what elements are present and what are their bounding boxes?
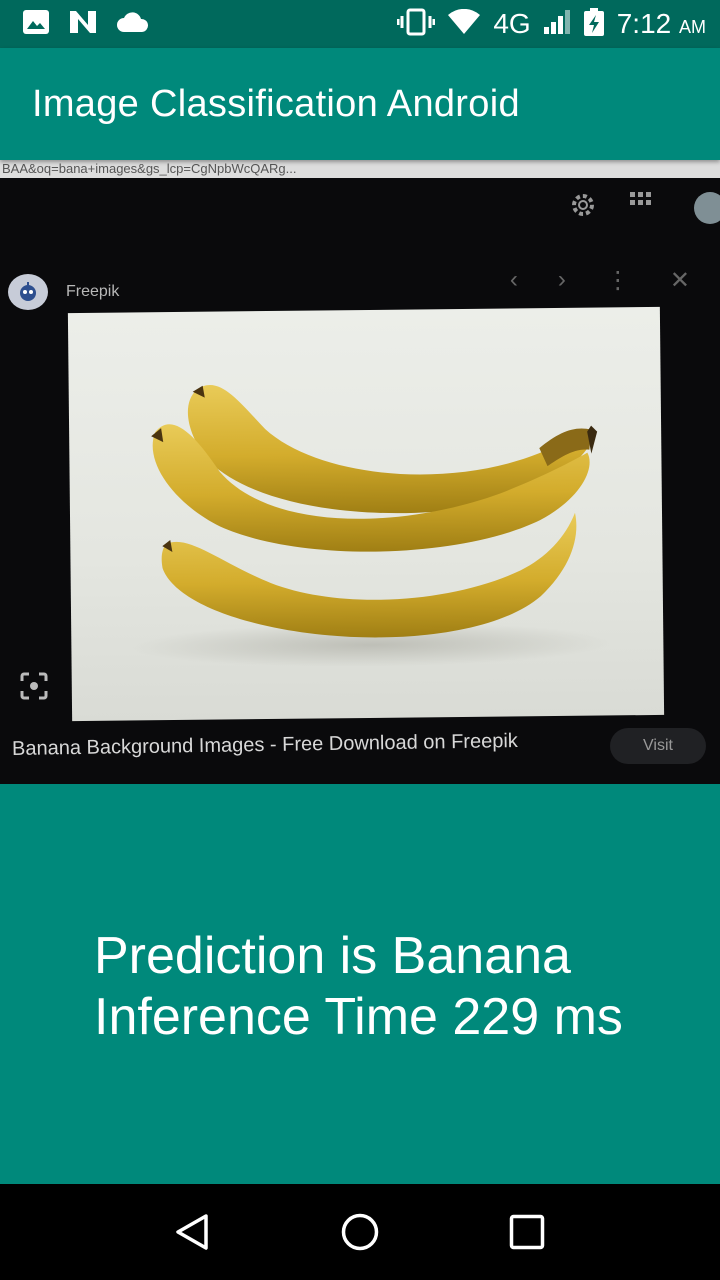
- visit-button: Visit: [610, 728, 706, 764]
- preview-url-text: BAA&oq=bana+images&gs_lcp=CgNpbWcQARg...: [0, 160, 720, 178]
- preview-nav-icons: ‹ › ⋮ ✕: [510, 266, 690, 295]
- clock-time: 7:12: [616, 8, 672, 39]
- navigation-bar: [0, 1184, 720, 1280]
- status-bar: 4G 7:12 AM: [0, 0, 720, 48]
- freepik-logo-icon: [8, 274, 48, 310]
- clock-ampm: AM: [679, 17, 706, 37]
- settings-icon: [568, 190, 598, 231]
- battery-charging-icon: [583, 7, 605, 42]
- clock: 7:12 AM: [617, 8, 706, 40]
- recents-button[interactable]: [497, 1202, 557, 1262]
- freepik-label: Freepik: [66, 283, 120, 300]
- close-icon: ✕: [669, 267, 690, 294]
- account-avatar-icon: [684, 190, 720, 231]
- recents-square-icon: [509, 1214, 544, 1250]
- n-notification-icon: [68, 9, 98, 40]
- camera-preview: BAA&oq=bana+images&gs_lcp=CgNpbWcQARg...…: [0, 160, 720, 784]
- more-vert-icon: ⋮: [605, 267, 630, 294]
- image-icon: [22, 9, 50, 40]
- back-button[interactable]: [163, 1202, 223, 1262]
- back-triangle-icon: [176, 1214, 209, 1250]
- google-lens-icon: [20, 672, 48, 705]
- inference-time-text: Inference Time 229 ms: [94, 988, 623, 1046]
- signal-icon: [543, 9, 571, 40]
- vibrate-icon: [396, 8, 436, 41]
- banana-illustration: [131, 384, 612, 668]
- preview-top-icons: [568, 190, 720, 231]
- chevron-left-icon: ‹: [509, 266, 518, 293]
- result-panel: Prediction is Banana Inference Time 229 …: [0, 784, 720, 1184]
- network-type: 4G: [493, 8, 531, 39]
- prediction-text: Prediction is Banana: [94, 927, 571, 985]
- banana-photo: [67, 306, 665, 722]
- cloud-icon: [116, 11, 150, 38]
- status-bar-notifications: [22, 9, 150, 40]
- wifi-icon: [447, 8, 481, 40]
- result-text: Prediction is Banana Inference Time 229 …: [94, 926, 623, 1048]
- app-bar: Image Classification Android: [0, 48, 720, 160]
- apps-grid-icon: [628, 190, 654, 231]
- chevron-right-icon: ›: [557, 266, 566, 293]
- home-circle-icon: [341, 1213, 379, 1251]
- home-button[interactable]: [330, 1202, 390, 1262]
- preview-caption: Banana Background Images - Free Download…: [11, 730, 518, 760]
- status-bar-system: 4G 7:12 AM: [396, 7, 706, 42]
- freepik-source: Freepik: [8, 274, 119, 310]
- app-title: Image Classification Android: [32, 82, 520, 125]
